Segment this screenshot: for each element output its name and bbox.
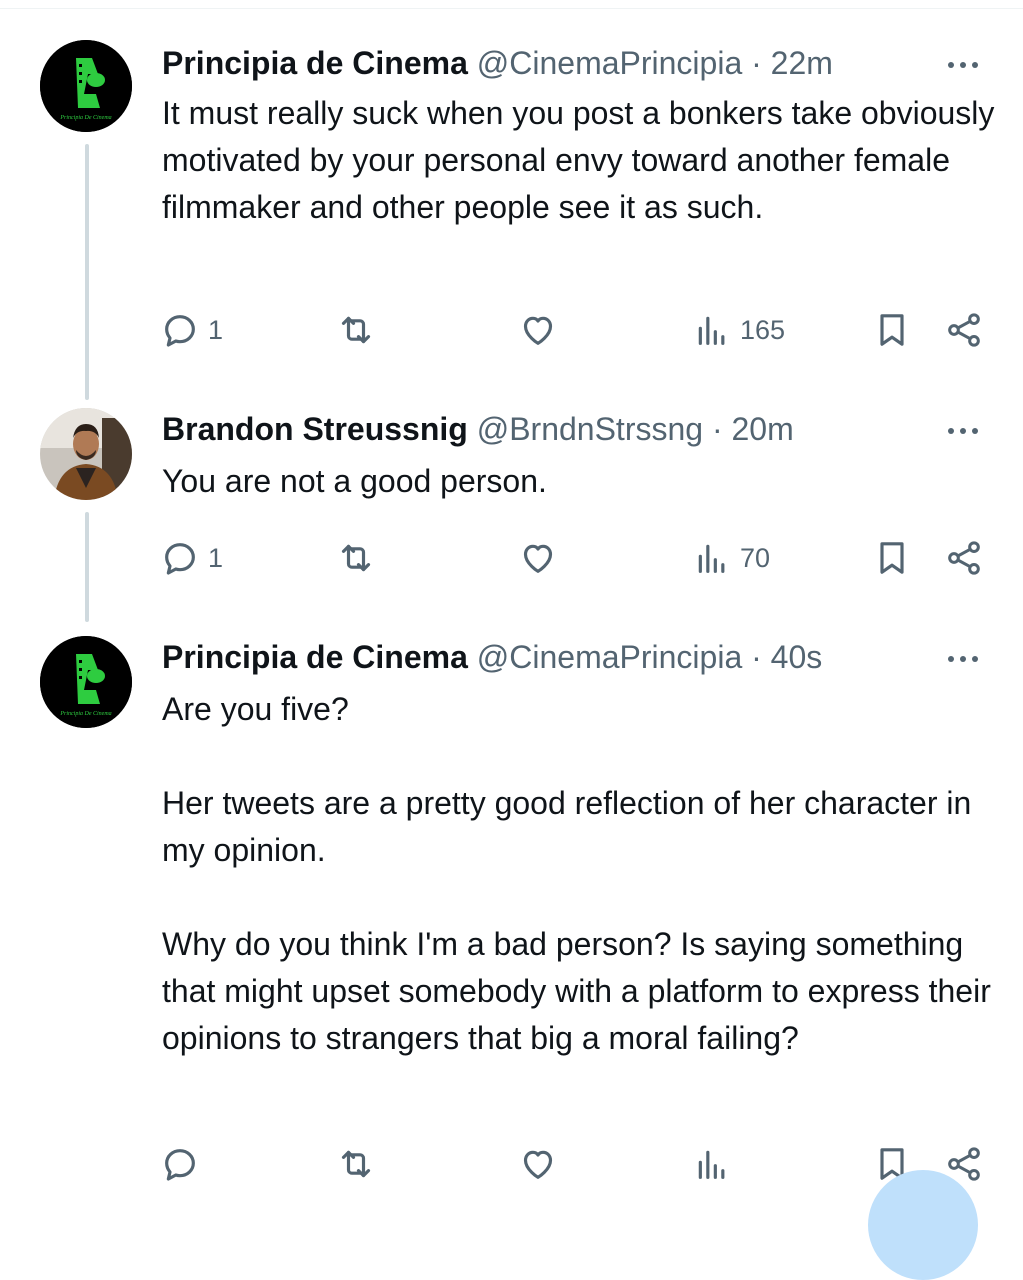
author-name[interactable]: Principia de Cinema — [162, 45, 468, 81]
views-count: 165 — [740, 314, 786, 345]
author-handle[interactable]: @CinemaPrincipia — [477, 45, 742, 81]
retweet-button[interactable] — [336, 302, 376, 358]
reply-button[interactable]: 1 — [160, 302, 223, 358]
views-count: 70 — [740, 542, 771, 573]
like-button[interactable] — [518, 1136, 558, 1192]
author-handle[interactable]: @CinemaPrincipia — [477, 639, 742, 675]
tweet-header: Brandon Streussnig @BrndnStrssng · 20m — [162, 406, 794, 452]
reply-count: 1 — [208, 314, 224, 345]
share-button[interactable] — [944, 530, 984, 586]
retweet-icon — [336, 310, 376, 350]
tweet-time[interactable]: · 22m — [751, 45, 833, 81]
tweet-text: Are you five? Her tweets are a pretty go… — [162, 691, 991, 1056]
tweet-header: Principia de Cinema @CinemaPrincipia · 4… — [162, 634, 822, 680]
tweet-text: You are not a good person. — [162, 463, 547, 499]
more-options-icon[interactable] — [942, 40, 988, 86]
share-button[interactable] — [944, 302, 984, 358]
reply-icon — [160, 310, 200, 350]
svg-text:Principia De Cinema: Principia De Cinema — [59, 711, 111, 717]
avatar-brandon[interactable] — [40, 408, 132, 500]
thread-line — [85, 144, 89, 400]
share-icon — [944, 310, 984, 350]
more-options-icon[interactable] — [942, 406, 988, 452]
author-name[interactable]: Principia de Cinema — [162, 639, 468, 675]
retweet-button[interactable] — [336, 1136, 376, 1192]
retweet-button[interactable] — [336, 530, 376, 586]
tweet-time[interactable]: · 20m — [712, 411, 794, 447]
tweet-header: Principia de Cinema @CinemaPrincipia · 2… — [162, 40, 833, 86]
views-button[interactable] — [692, 1136, 732, 1192]
svg-text:Principia De Cinema: Principia De Cinema — [59, 115, 111, 121]
like-button[interactable] — [518, 530, 558, 586]
views-icon — [692, 1144, 732, 1184]
retweet-icon — [336, 1144, 376, 1184]
more-options-icon[interactable] — [942, 634, 988, 680]
reply-button[interactable] — [160, 1136, 200, 1192]
person-photo-icon — [40, 408, 132, 500]
avatar-principia[interactable]: Principia De Cinema — [40, 40, 132, 132]
heart-icon — [518, 1144, 558, 1184]
retweet-icon — [336, 538, 376, 578]
views-button[interactable]: 165 — [692, 302, 785, 358]
views-button[interactable]: 70 — [692, 530, 770, 586]
top-divider — [0, 8, 1023, 9]
reply-icon — [160, 538, 200, 578]
heart-icon — [518, 538, 558, 578]
tweet-actions — [0, 1136, 1023, 1192]
bookmark-button[interactable] — [872, 302, 912, 358]
avatar-principia[interactable]: Principia De Cinema — [40, 636, 132, 728]
film-logo-icon: Principia De Cinema — [40, 40, 132, 132]
bookmark-button[interactable] — [872, 530, 912, 586]
reply-button[interactable]: 1 — [160, 530, 223, 586]
tweet-text: It must really suck when you post a bonk… — [162, 95, 995, 225]
bookmark-icon — [872, 538, 912, 578]
author-handle[interactable]: @BrndnStrssng — [477, 411, 703, 447]
tweet-time[interactable]: · 40s — [751, 639, 822, 675]
tweet-actions: 1 165 — [0, 302, 1023, 358]
reply-count: 1 — [208, 542, 224, 573]
reply-icon — [160, 1144, 200, 1184]
film-logo-icon: Principia De Cinema — [40, 636, 132, 728]
share-icon — [944, 538, 984, 578]
like-button[interactable] — [518, 302, 558, 358]
views-icon — [692, 310, 732, 350]
heart-icon — [518, 310, 558, 350]
tweet-actions: 1 70 — [0, 530, 1023, 586]
views-icon — [692, 538, 732, 578]
compose-fab[interactable] — [868, 1170, 978, 1280]
bookmark-icon — [872, 310, 912, 350]
author-name[interactable]: Brandon Streussnig — [162, 411, 468, 447]
